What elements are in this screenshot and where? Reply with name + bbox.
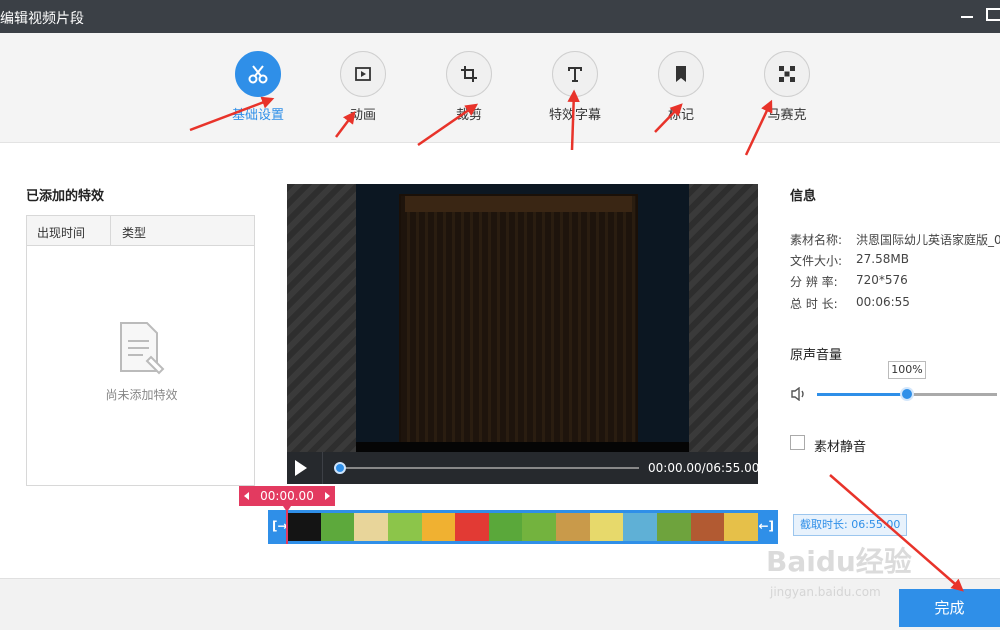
maximize-button[interactable] xyxy=(986,8,1000,21)
title-bar: 编辑视频片段 xyxy=(0,0,1000,33)
info-size-value: 27.58MB xyxy=(856,252,909,266)
minimize-button[interactable] xyxy=(961,16,973,18)
volume-handle[interactable] xyxy=(900,387,914,401)
volume-tooltip: 100% xyxy=(888,361,926,379)
playback-time: 00:00.00/06:55.00 xyxy=(648,461,758,475)
arrow-right-icon[interactable] xyxy=(325,492,330,500)
tab-marker[interactable]: 标记 xyxy=(636,51,726,123)
info-duration-value: 00:06:55 xyxy=(856,295,910,309)
bookmark-icon xyxy=(658,51,704,97)
video-scene-valance xyxy=(405,196,632,212)
info-resolution-value: 720*576 xyxy=(856,273,908,287)
play-icon[interactable] xyxy=(295,460,307,476)
timeline-thumbnail xyxy=(387,513,422,541)
control-divider xyxy=(322,452,323,484)
done-button[interactable]: 完成 xyxy=(899,589,1000,627)
timeline-thumbnail xyxy=(556,513,590,541)
video-scene-curtain xyxy=(399,194,638,444)
tab-label: 特效字幕 xyxy=(548,108,601,123)
mute-checkbox[interactable] xyxy=(790,435,805,450)
timecode-value: 00:00.00 xyxy=(260,489,314,503)
info-name-key: 素材名称: xyxy=(790,233,843,247)
timeline-thumbnail xyxy=(455,513,489,541)
document-icon xyxy=(119,321,165,378)
arrow-left-icon[interactable] xyxy=(244,492,249,500)
timeline-thumbnail xyxy=(690,513,725,541)
timeline-thumbnail xyxy=(589,513,624,541)
timeline-thumbnail xyxy=(488,513,523,541)
window-title: 编辑视频片段 xyxy=(0,11,84,27)
timeline-strip[interactable]: [→ ←] xyxy=(268,510,778,544)
trim-end-handle-icon[interactable]: ←] xyxy=(758,519,774,533)
timeline-thumbnail xyxy=(421,513,456,541)
tool-tabs: 基础设置 动画 裁剪 特效字幕 标记 马赛克 xyxy=(0,33,1000,143)
tab-label: 动画 xyxy=(349,108,376,123)
play-frame-icon xyxy=(340,51,386,97)
column-divider xyxy=(110,216,111,246)
timeline-playhead[interactable] xyxy=(286,510,288,544)
info-title: 信息 xyxy=(790,189,817,204)
effects-header: 出现时间 类型 xyxy=(27,216,254,246)
timeline-thumbnail xyxy=(287,513,321,541)
tab-label: 马赛克 xyxy=(767,108,807,123)
thumbnail-strip xyxy=(287,513,758,541)
tab-label: 标记 xyxy=(667,108,694,123)
timeline-thumbnail xyxy=(657,513,691,541)
watermark-logo: Baidu经验 xyxy=(766,545,912,578)
timeline-thumbnail xyxy=(623,513,658,541)
info-duration-key: 总 时 长: xyxy=(790,297,838,311)
player-controls: 00:00.00/06:55.00 xyxy=(287,452,758,484)
timeline-thumbnail xyxy=(724,513,758,541)
column-header-type: 类型 xyxy=(122,226,147,240)
video-frame xyxy=(356,184,689,452)
column-header-time: 出现时间 xyxy=(37,226,86,240)
effects-table: 出现时间 类型 尚未添加特效 xyxy=(26,215,255,486)
playback-progress[interactable] xyxy=(334,462,639,474)
timecode-marker[interactable]: 00:00.00 xyxy=(239,486,335,512)
crop-icon xyxy=(446,51,492,97)
volume-label: 原声音量 xyxy=(790,348,843,363)
tab-animation[interactable]: 动画 xyxy=(318,51,408,123)
mosaic-icon xyxy=(764,51,810,97)
effects-title: 已添加的特效 xyxy=(26,189,105,204)
speaker-icon[interactable] xyxy=(791,386,807,404)
volume-slider[interactable] xyxy=(817,387,997,401)
info-size-key: 文件大小: xyxy=(790,254,843,268)
mute-label: 素材静音 xyxy=(814,440,867,455)
text-icon xyxy=(552,51,598,97)
progress-handle[interactable] xyxy=(334,462,346,474)
tab-label: 裁剪 xyxy=(455,108,482,123)
timeline-thumbnail xyxy=(354,513,388,541)
tab-mosaic[interactable]: 马赛克 xyxy=(742,51,832,123)
scissors-icon xyxy=(235,51,281,97)
timeline-thumbnail xyxy=(522,513,557,541)
tab-crop[interactable]: 裁剪 xyxy=(424,51,514,123)
empty-effects-text: 尚未添加特效 xyxy=(105,388,178,402)
video-preview: 00:00.00/06:55.00 xyxy=(287,184,758,484)
cut-length-label: 截取时长: 06:55.00 xyxy=(793,514,908,536)
timeline-thumbnail xyxy=(320,513,355,541)
tab-basic-settings[interactable]: 基础设置 xyxy=(213,51,303,123)
video-scene-floor xyxy=(356,442,689,452)
info-name-value: 洪恩国际幼儿英语家庭版_04 xyxy=(856,233,1000,247)
tab-text-effects[interactable]: 特效字幕 xyxy=(530,51,620,123)
volume-fill xyxy=(817,393,907,396)
info-resolution-key: 分 辨 率: xyxy=(790,275,838,289)
tab-label: 基础设置 xyxy=(231,108,284,123)
watermark-url: jingyan.baidu.com xyxy=(770,585,881,599)
